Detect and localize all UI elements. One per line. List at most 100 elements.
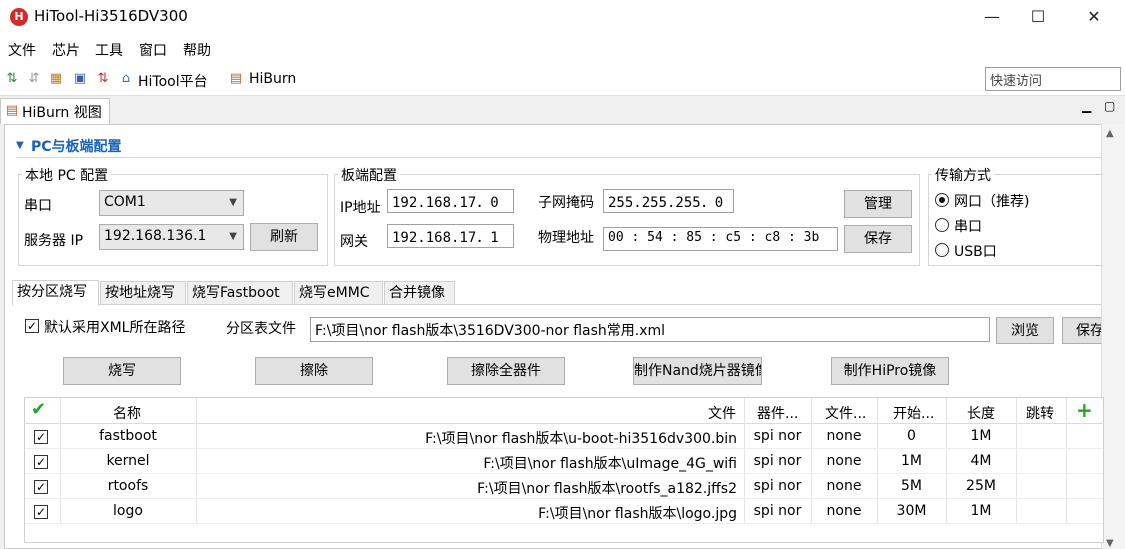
scroll-down-icon[interactable]: ▼: [1106, 538, 1114, 549]
radio-usb-label[interactable]: USB口: [954, 241, 997, 261]
row-divider: [25, 523, 1103, 524]
row-file: F:\项目\nor flash版本\uImage_4G_wifi: [483, 456, 737, 472]
row-checkbox[interactable]: ✓: [34, 430, 48, 444]
local-pc-title: 本地 PC 配置: [22, 165, 112, 185]
row-length: 1M: [970, 428, 992, 444]
transfer-icon[interactable]: ⇅: [95, 71, 111, 87]
manage-button[interactable]: 管理: [844, 190, 912, 218]
section-divider: [16, 157, 1101, 158]
col-filetype-header[interactable]: 文件...: [825, 403, 866, 423]
server-ip-value: 192.168.136.1: [104, 228, 207, 244]
view-maximize-icon[interactable]: ▢: [1104, 99, 1115, 113]
row-device: spi nor: [753, 478, 802, 494]
make-hipro-image-button[interactable]: 制作HiPro镜像: [831, 357, 949, 385]
radio-network[interactable]: [935, 193, 949, 207]
menu-chip[interactable]: 芯片: [52, 40, 80, 60]
row-filetype: none: [826, 428, 862, 444]
radio-serial[interactable]: [935, 218, 949, 232]
local-pc-group: [18, 174, 328, 266]
make-nand-image-button[interactable]: 制作Nand烧片器镜像: [633, 357, 762, 385]
terminal-icon[interactable]: ▣: [72, 71, 88, 87]
row-checkbox[interactable]: ✓: [34, 455, 48, 469]
ip-label: IP地址: [340, 200, 381, 216]
col-device-header[interactable]: 器件...: [757, 403, 798, 423]
col-start-header[interactable]: 开始...: [893, 403, 934, 423]
collapse-icon[interactable]: ▼: [16, 140, 24, 151]
table-file-field[interactable]: F:\项目\nor flash版本\3516DV300-nor flash常用.…: [310, 317, 990, 342]
radio-serial-label[interactable]: 串口: [954, 216, 982, 236]
row-name: rtoofs: [107, 478, 149, 494]
erase-button[interactable]: 擦除: [255, 357, 373, 385]
row-divider: [25, 473, 1103, 474]
section-title[interactable]: PC与板端配置: [31, 136, 122, 156]
row-device: spi nor: [753, 428, 802, 444]
tab-merge-image[interactable]: 合并镜像: [384, 281, 455, 305]
menu-tools[interactable]: 工具: [95, 40, 123, 60]
tab-emmc-burn[interactable]: 烧写eMMC: [294, 281, 383, 305]
row-start: 1M: [901, 453, 922, 469]
radio-network-label[interactable]: 网口（推荐): [954, 191, 1029, 211]
use-xml-checkbox[interactable]: ✓: [25, 319, 39, 333]
gateway-label: 网关: [340, 234, 368, 250]
col-length-header[interactable]: 长度: [967, 403, 995, 423]
hiburn-button[interactable]: HiBurn: [249, 71, 296, 87]
view-minimize-icon[interactable]: ▁: [1082, 99, 1091, 113]
hitool-platform-button[interactable]: HiTool平台: [138, 71, 208, 91]
select-all-check-icon[interactable]: ✔: [31, 399, 46, 420]
quick-access-input[interactable]: 快速访问: [985, 67, 1121, 91]
table-file-label: 分区表文件: [226, 321, 296, 337]
tab-fastboot-burn[interactable]: 烧写Fastboot: [187, 281, 293, 305]
menu-help[interactable]: 帮助: [183, 40, 211, 60]
browse-button[interactable]: 浏览: [996, 317, 1054, 344]
mask-label: 子网掩码: [538, 195, 594, 211]
header-divider: [25, 423, 1103, 424]
scroll-up-icon[interactable]: ▲: [1106, 128, 1114, 139]
row-start: 0: [907, 428, 916, 444]
row-name: kernel: [106, 453, 150, 469]
disconnect-icon[interactable]: ⇵: [26, 71, 42, 87]
gateway-field[interactable]: 192.168.17．1: [387, 224, 514, 248]
board-save-button[interactable]: 保存: [844, 225, 912, 253]
row-start: 5M: [901, 478, 922, 494]
serial-select[interactable]: COM1 ▼: [99, 190, 244, 216]
col-name-header[interactable]: 名称: [113, 403, 141, 423]
radio-usb[interactable]: [935, 243, 949, 257]
board-ip-field[interactable]: 192.168.17．0: [387, 189, 514, 213]
server-ip-select[interactable]: 192.168.136.1 ▼: [99, 224, 244, 250]
col-jump-header[interactable]: 跳转: [1026, 403, 1054, 423]
close-button[interactable]: ✕: [1071, 0, 1117, 34]
row-start: 30M: [896, 503, 927, 519]
erase-all-button[interactable]: 擦除全器件: [447, 357, 565, 385]
row-divider: [25, 448, 1103, 449]
add-row-plus-icon[interactable]: +: [1076, 398, 1093, 422]
hiburn-view-icon: ▤: [5, 103, 19, 118]
transfer-title: 传输方式: [932, 165, 994, 185]
refresh-button[interactable]: 刷新: [250, 223, 318, 251]
tab-address-burn[interactable]: 按地址烧写: [100, 281, 186, 305]
row-file: F:\项目\nor flash版本\u-boot-hi3516dv300.bin: [425, 431, 737, 447]
row-name: fastboot: [99, 428, 157, 444]
minimize-button[interactable]: —: [969, 0, 1015, 34]
row-checkbox[interactable]: ✓: [34, 480, 48, 494]
col-divider: [1066, 398, 1067, 523]
view-tab-label: HiBurn 视图: [22, 105, 102, 121]
chip-config-icon[interactable]: ▦: [48, 71, 64, 87]
serial-label: 串口: [24, 198, 52, 214]
mac-field[interactable]: 00 : 54 : 85 : c5 : c8 : 3b: [603, 227, 838, 251]
row-checkbox[interactable]: ✓: [34, 505, 48, 519]
hiburn-icon[interactable]: ▤: [228, 71, 244, 87]
mask-field[interactable]: 255.255.255．0: [603, 189, 734, 213]
menu-file[interactable]: 文件: [8, 40, 36, 60]
maximize-button[interactable]: ☐: [1015, 0, 1061, 34]
board-group: [334, 174, 920, 266]
menu-window[interactable]: 窗口: [139, 40, 167, 60]
tab-partition-burn[interactable]: 按分区烧写: [12, 280, 99, 306]
col-file-header[interactable]: 文件: [708, 403, 736, 423]
row-length: 4M: [970, 453, 992, 469]
row-name: logo: [113, 503, 143, 519]
burn-button[interactable]: 烧写: [63, 357, 181, 385]
vertical-scrollbar[interactable]: [1101, 124, 1125, 549]
partition-save-button[interactable]: 保存: [1062, 317, 1101, 344]
connect-icon[interactable]: ⇅: [4, 71, 20, 87]
home-icon[interactable]: ⌂: [118, 71, 134, 87]
